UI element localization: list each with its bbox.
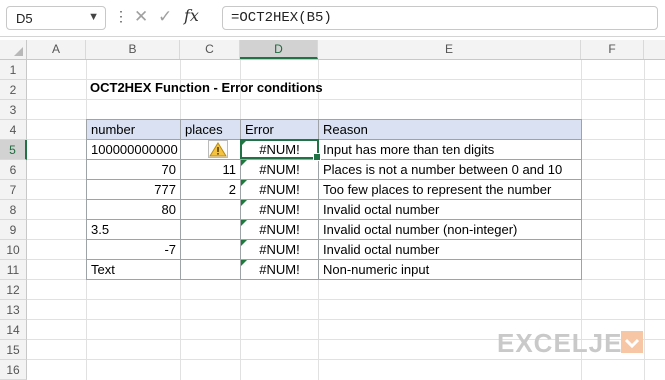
formula-text: =OCT2HEX(B5) [231, 10, 332, 26]
cell-d7[interactable]: #NUM! [241, 180, 319, 200]
sheet-title: OCT2HEX Function - Error conditions [90, 80, 323, 95]
column-header-d[interactable]: D [240, 40, 318, 59]
cell-e8[interactable]: Invalid octal number [319, 200, 582, 220]
row-header-3[interactable]: 3 [0, 100, 27, 120]
row-header-7[interactable]: 7 [0, 180, 27, 200]
error-indicator-icon [241, 240, 247, 246]
enter-icon[interactable]: ✓ [158, 7, 172, 27]
row-header-15[interactable]: 15 [0, 340, 27, 360]
cell-b10[interactable]: -7 [86, 240, 181, 260]
row-header-12[interactable]: 12 [0, 280, 27, 300]
gridline [27, 99, 665, 100]
cell-b8[interactable]: 80 [86, 200, 181, 220]
row-header-16[interactable]: 16 [0, 360, 27, 380]
row-header-10[interactable]: 10 [0, 240, 27, 260]
cell-d8[interactable]: #NUM! [241, 200, 319, 220]
cell-e5[interactable]: Input has more than ten digits [319, 140, 582, 160]
formula-input[interactable]: =OCT2HEX(B5) [222, 6, 658, 30]
chevron-down-icon[interactable]: ▼ [88, 11, 99, 23]
more-options-icon[interactable]: ⋮ [114, 9, 128, 23]
cell-c11[interactable] [181, 260, 241, 280]
cell-b11[interactable]: Text [86, 260, 181, 280]
cell-d10[interactable]: #NUM! [241, 240, 319, 260]
error-indicator-icon [241, 260, 247, 266]
gridline [644, 60, 645, 380]
header-places[interactable]: places [181, 119, 241, 140]
warning-icon[interactable] [208, 140, 228, 158]
cell-b9[interactable]: 3.5 [86, 220, 181, 240]
error-indicator-icon [241, 180, 247, 186]
cell-c8[interactable] [181, 200, 241, 220]
cell-b5[interactable]: 100000000000 [86, 140, 181, 160]
row-header-4[interactable]: 4 [0, 120, 27, 140]
fill-handle[interactable] [313, 153, 321, 161]
cell-d9[interactable]: #NUM! [241, 220, 319, 240]
row-header-11[interactable]: 11 [0, 260, 27, 280]
gridline [27, 319, 665, 320]
column-header-c[interactable]: C [180, 40, 240, 59]
row-header-8[interactable]: 8 [0, 200, 27, 220]
name-box[interactable]: D5 ▼ [6, 6, 106, 30]
formula-bar: D5 ▼ ⋮ ✕ ✓ fx =OCT2HEX(B5) [0, 0, 665, 37]
row-header-13[interactable]: 13 [0, 300, 27, 320]
error-indicator-icon [241, 220, 247, 226]
cell-d6[interactable]: #NUM! [241, 160, 319, 180]
cell-b6[interactable]: 70 [86, 160, 181, 180]
header-reason[interactable]: Reason [319, 119, 582, 140]
cell-c6[interactable]: 11 [181, 160, 241, 180]
cell-c7[interactable]: 2 [181, 180, 241, 200]
error-indicator-icon [241, 160, 247, 166]
select-all-button[interactable] [0, 40, 27, 59]
logo-text: EXCELJET [497, 328, 640, 358]
column-header-e[interactable]: E [318, 40, 581, 59]
gridline [27, 359, 665, 360]
logo-mark-icon [621, 331, 643, 353]
name-box-value: D5 [16, 11, 33, 26]
error-indicator-icon [241, 200, 247, 206]
header-error[interactable]: Error [241, 119, 319, 140]
cell-e11[interactable]: Non-numeric input [319, 260, 582, 280]
cell-c10[interactable] [181, 240, 241, 260]
cell-selection [240, 139, 321, 161]
row-header-6[interactable]: 6 [0, 160, 27, 180]
cell-b7[interactable]: 777 [86, 180, 181, 200]
cell-e10[interactable]: Invalid octal number [319, 240, 582, 260]
gridline [27, 299, 665, 300]
cell-c9[interactable] [181, 220, 241, 240]
column-header-bar: A B C D E F [0, 40, 665, 60]
row-header-14[interactable]: 14 [0, 320, 27, 340]
cell-e6[interactable]: Places is not a number between 0 and 10 [319, 160, 582, 180]
column-header-a[interactable]: A [27, 40, 86, 59]
cancel-icon[interactable]: ✕ [134, 7, 148, 27]
insert-function-icon[interactable]: fx [184, 6, 199, 25]
cell-e9[interactable]: Invalid octal number (non-integer) [319, 220, 582, 240]
column-header-f[interactable]: F [581, 40, 644, 59]
header-number[interactable]: number [86, 119, 181, 140]
row-header-5[interactable]: 5 [0, 140, 27, 160]
row-header-1[interactable]: 1 [0, 60, 27, 80]
cell-e7[interactable]: Too few places to represent the number [319, 180, 582, 200]
column-header-b[interactable]: B [86, 40, 180, 59]
row-header-2[interactable]: 2 [0, 80, 27, 100]
row-header-9[interactable]: 9 [0, 220, 27, 240]
cell-d11[interactable]: #NUM! [241, 260, 319, 280]
